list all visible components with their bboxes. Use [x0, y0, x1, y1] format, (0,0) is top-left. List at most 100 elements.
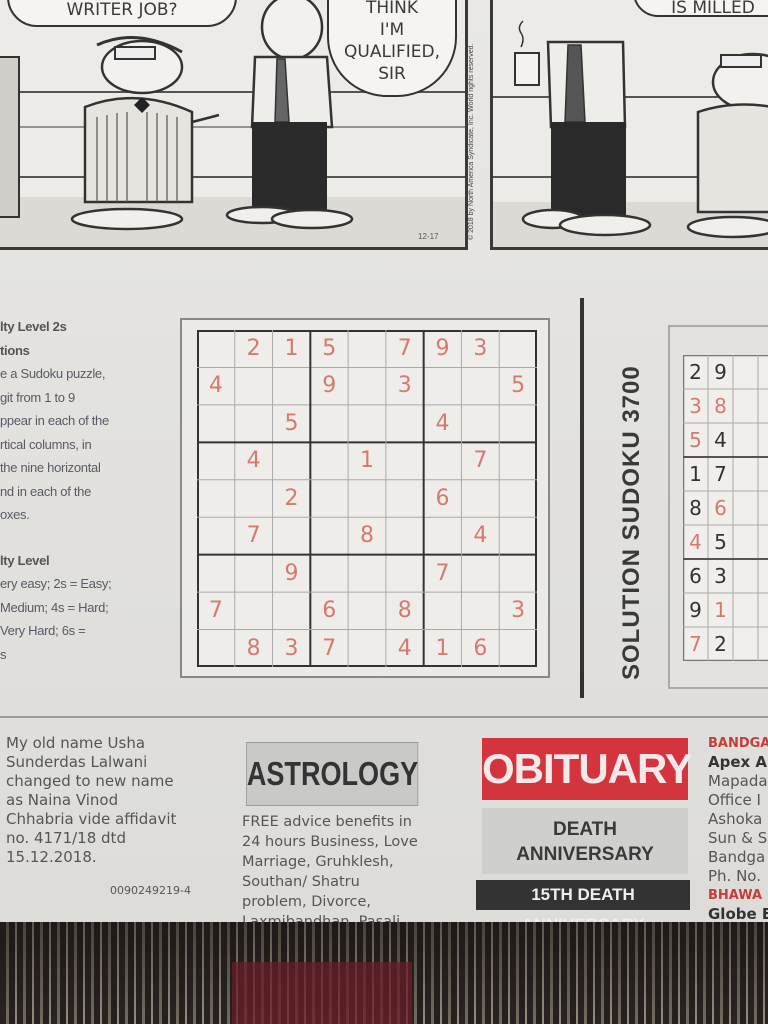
notice-line: Sunderdas Lalwani: [6, 753, 148, 771]
solution-digit: 8: [689, 496, 702, 520]
death-anniversary-heading: DEATH ANNIVERSARY: [482, 808, 688, 874]
right-column-line: Bandga: [708, 848, 766, 866]
solution-digit: 5: [714, 530, 727, 554]
right-column-line: Office I: [708, 791, 761, 809]
right-column-line: Ashoka: [708, 810, 763, 828]
difficulty-line: Very Hard; 6s =: [0, 623, 86, 638]
right-column-line: Apex A: [708, 753, 768, 771]
difficulty-line: lty Level: [0, 552, 50, 568]
astrology-line: 24 hours Business, Love: [242, 834, 418, 850]
notice-line: no. 4171/18 dtd: [6, 829, 126, 847]
solution-digit: 9: [689, 598, 702, 622]
notice-line: My old name Usha: [6, 734, 146, 752]
sudoku-given-digit: 8: [397, 598, 412, 624]
sudoku-given-digit: 4: [473, 523, 488, 549]
instruction-line: oxes.: [0, 507, 30, 522]
sudoku-given-digit: 4: [435, 410, 450, 436]
solution-digit: 3: [689, 394, 702, 418]
comic-panel-1: WRITER JOB? THINK I'M QUALIFIED, SIR: [0, 0, 468, 250]
comic-copyright: © 2018 by North America Syndicate, Inc. …: [468, 43, 475, 240]
sudoku-given-digit: 3: [473, 336, 488, 361]
right-column-line: BHAWA: [708, 888, 763, 903]
death-line: DEATH: [552, 819, 618, 840]
sudoku-given-digit: 8: [246, 635, 261, 661]
sudoku-given-digit: 5: [322, 336, 337, 361]
speech-bubble-2: THINK I'M QUALIFIED, SIR: [327, 0, 457, 97]
solution-digit: 4: [689, 530, 702, 554]
difficulty-line: ery easy; 2s = Easy;: [0, 576, 112, 591]
notice-line: Chhabria vide affidavit: [6, 810, 177, 828]
sudoku-given-digit: 1: [435, 635, 450, 661]
solution-digit: 6: [714, 496, 727, 520]
sudoku-instructions: lty Level 2s tions e a Sudoku puzzle, gi…: [0, 315, 150, 666]
instruction-line: rtical columns, in: [0, 436, 92, 452]
sudoku-given-digit: 8: [360, 523, 374, 549]
instruction-line: git from 1 to 9: [0, 389, 75, 405]
astrology-line: Southan/ Shatru: [242, 874, 360, 890]
difficulty-line: s: [0, 646, 7, 662]
right-column-line: BANDGA: [708, 736, 768, 751]
solution-digit: 5: [689, 428, 702, 452]
speech-bubble-1: WRITER JOB?: [7, 0, 237, 27]
sudoku-given-digit: 4: [397, 635, 412, 661]
solution-digit: 7: [714, 462, 727, 486]
sudoku-given-digit: 1: [284, 336, 299, 361]
column-divider: [580, 298, 584, 698]
right-column-line: Sun & S: [708, 829, 768, 847]
fifteenth-death-anniversary-heading: 15TH DEATH ANNIVERSARY: [476, 880, 690, 925]
sudoku-given-digit: 4: [246, 448, 261, 474]
difficulty-line: Medium; 4s = Hard;: [0, 599, 109, 615]
sudoku-given-digit: 2: [284, 485, 299, 511]
solution-row: 45: [683, 525, 733, 559]
speech-bubble-3: IS MILLED: [633, 0, 768, 18]
solution-digit: 1: [689, 462, 702, 486]
solution-title: SOLUTION SUDOKU 3700: [618, 365, 645, 680]
sudoku-given-digit: 9: [284, 560, 299, 586]
astrology-ad: FREE advice benefits in 24 hours Busines…: [242, 812, 462, 925]
obituary-heading: OBITUARY: [482, 738, 693, 800]
sudoku-given-digit: 2: [246, 336, 261, 361]
astrology-line: FREE advice benefits in: [242, 814, 412, 830]
sudoku-given-digit: 4: [208, 373, 223, 399]
solution-row: 29: [683, 355, 733, 389]
notice-line: changed to new name: [6, 772, 174, 790]
solution-digit: 2: [689, 360, 702, 384]
instruction-line: e a Sudoku puzzle,: [0, 366, 106, 381]
solution-row: 17: [683, 457, 733, 491]
instruction-line: the nine horizontal: [0, 460, 101, 475]
sudoku-given-digit: 3: [284, 635, 299, 661]
death-line: ANNIVERSARY: [516, 844, 654, 865]
sudoku-given-digit: 7: [208, 598, 223, 624]
right-column-line: Ph. No.: [708, 867, 761, 885]
newspaper-page: WRITER JOB? THINK I'M QUALIFIED, SIR 12-…: [0, 0, 768, 925]
speech-line: THINK: [365, 0, 419, 18]
sudoku-given-digit: 6: [473, 635, 488, 661]
notice-line: as Naina Vinod: [6, 791, 119, 809]
sudoku-given-digit: 1: [360, 448, 374, 474]
notice-code: 0090249219-4: [110, 884, 191, 897]
solution-digit: 7: [689, 632, 702, 656]
solution-digits: 293854178645639172: [683, 355, 768, 661]
sudoku-given-digit: 7: [322, 635, 337, 661]
sudoku-given-digit: 7: [246, 523, 261, 549]
section-divider: [0, 716, 768, 718]
sudoku-given-digit: 6: [435, 485, 450, 511]
solution-digit: 8: [714, 394, 727, 418]
sudoku-given-digit: 7: [435, 560, 450, 586]
astrology-line: problem, Divorce,: [242, 894, 372, 910]
instruction-line: nd in each of the: [0, 483, 92, 499]
sudoku-given-digit: 5: [284, 410, 299, 436]
astrology-line: Marriage, Gruhklesh,: [242, 854, 394, 870]
sudoku-given-digit: 3: [397, 373, 412, 399]
speech-line: QUALIFIED,: [344, 42, 440, 62]
astrology-heading: ASTROLOGY: [246, 742, 418, 806]
sudoku-given-digit: 5: [511, 373, 526, 399]
sudoku-given-digit: 7: [473, 448, 488, 474]
solution-digit: 6: [689, 564, 702, 588]
sudoku-given-digit: 9: [322, 373, 337, 399]
notice-line: 15.12.2018.: [6, 848, 97, 866]
comic-panel-2: IS MILLED: [490, 0, 768, 250]
speech-line: SIR: [378, 64, 406, 84]
solution-row: 86: [683, 491, 733, 525]
solution-row: 91: [683, 593, 733, 627]
